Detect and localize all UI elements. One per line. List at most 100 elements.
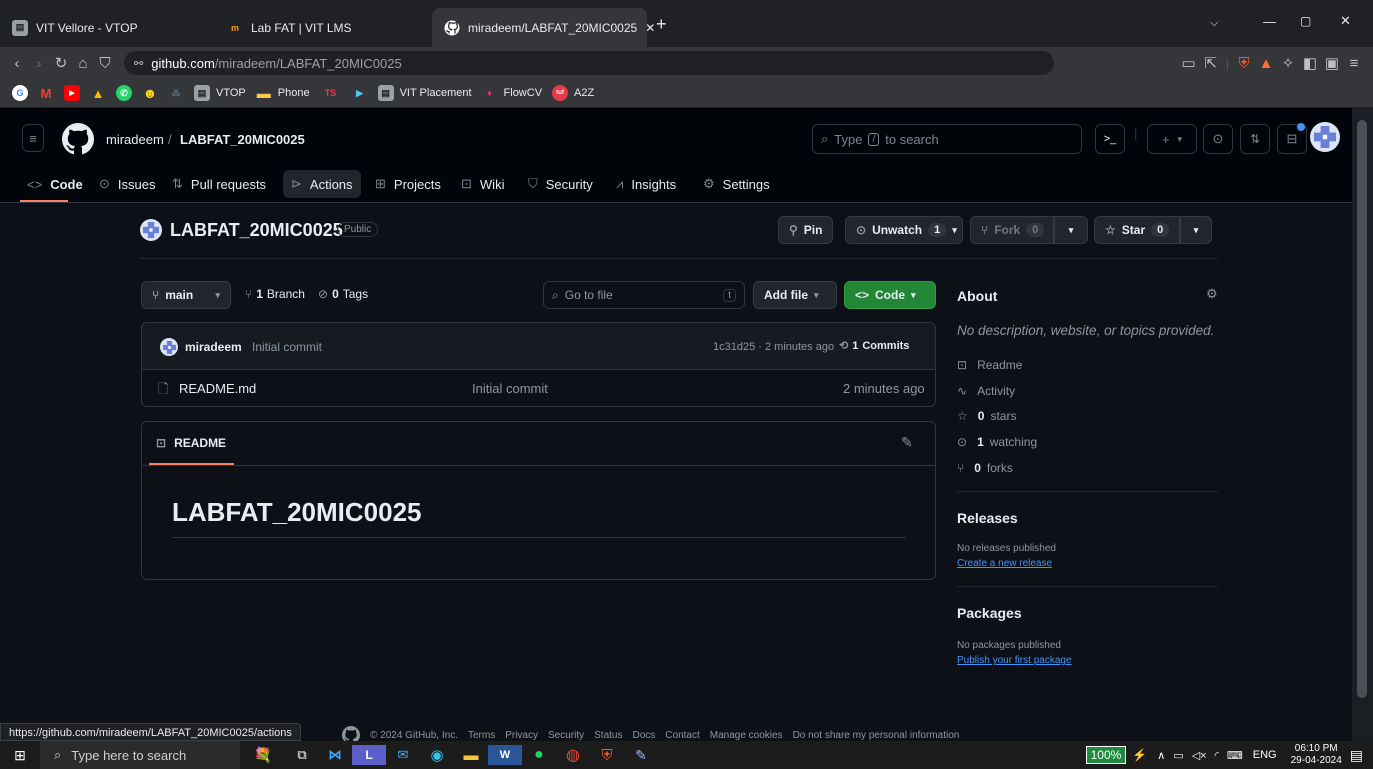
code-button[interactable]: <> Code ▾ — [844, 281, 936, 309]
notifications-icon[interactable]: ▤ — [1350, 747, 1363, 764]
tab-pull-requests[interactable]: ⇅ Pull requests — [172, 174, 266, 194]
footer-manage-cookies-link[interactable]: Manage cookies — [710, 730, 783, 741]
tab-actions[interactable]: ⊳ Actions — [283, 170, 361, 198]
tab-insights[interactable]: ⩘ Insights — [616, 174, 676, 194]
extensions-icon[interactable]: ✧ — [1277, 54, 1299, 72]
bookmark-vit-placement[interactable]: ▤ VIT Placement — [377, 85, 472, 101]
go-to-file-input[interactable]: ⌕ Go to file t — [543, 281, 745, 309]
commit-message[interactable]: Initial commit — [252, 340, 322, 354]
issues-icon[interactable]: ⊙ — [1203, 124, 1233, 154]
bookmark-icon[interactable]: ⛉ — [94, 55, 116, 72]
stars-link[interactable]: ☆ 0 stars — [957, 409, 1016, 423]
owner-link[interactable]: miradeem — [106, 132, 164, 147]
tab-wiki[interactable]: ⊡ Wiki — [461, 174, 504, 194]
tags-link[interactable]: ⊘ 0 Tags — [318, 287, 368, 301]
youtube-icon[interactable]: ▶ — [64, 85, 80, 101]
fork-button[interactable]: ⑂ Fork 0 — [970, 216, 1054, 244]
taskbar-search-input[interactable]: ⌕ Type here to search — [40, 741, 240, 769]
tab-settings[interactable]: ⚙ Settings — [703, 174, 770, 194]
readme-link[interactable]: ⊡ Readme — [957, 358, 1022, 372]
create-new-button[interactable]: + ▾ — [1147, 124, 1197, 154]
tab-github[interactable]: miradeem/LABFAT_20MIC0025 ✕ — [432, 8, 655, 47]
readme-tab[interactable]: ⊡ README — [156, 436, 226, 450]
tab-security[interactable]: ⛉ Security — [528, 174, 593, 194]
play-icon[interactable]: ▶ — [352, 85, 368, 101]
star-dropdown[interactable]: ▾ — [1180, 216, 1212, 244]
tab-code[interactable]: <> Code — [27, 174, 83, 194]
lenovo-vantage-icon[interactable]: L — [352, 745, 386, 765]
add-file-button[interactable]: Add file ▾ — [753, 281, 837, 309]
footer-status-link[interactable]: Status — [594, 730, 622, 741]
footer-do-not-share-link[interactable]: Do not share my personal information — [793, 730, 960, 741]
create-release-link[interactable]: Create a new release — [957, 558, 1052, 569]
clock[interactable]: 06:10 PM 29-04-2024 — [1291, 743, 1342, 767]
close-tab-icon[interactable]: ✕ — [645, 21, 655, 35]
footer-docs-link[interactable]: Docs — [632, 730, 655, 741]
reload-icon[interactable]: ↻ — [50, 54, 72, 72]
commit-hash-time[interactable]: 1c31d25 · 2 minutes ago — [713, 341, 834, 353]
page-scrollbar[interactable] — [1352, 108, 1373, 741]
avatar[interactable] — [1310, 122, 1340, 152]
minimize-icon[interactable]: — — [1263, 14, 1276, 29]
wifi-icon[interactable]: ◜ — [1215, 749, 1219, 762]
tab-vtop[interactable]: ▤ VIT Vellore - VTOP — [0, 8, 210, 47]
back-icon[interactable]: ‹ — [6, 55, 28, 72]
footer-terms-link[interactable]: Terms — [468, 730, 495, 741]
hamburger-menu-icon[interactable]: ≡ — [22, 124, 44, 152]
wallet-icon[interactable]: ▣ — [1321, 54, 1343, 72]
new-tab-icon[interactable]: + — [656, 14, 667, 35]
home-icon[interactable]: ⌂ — [72, 55, 94, 72]
emoji-icon[interactable]: ☻ — [142, 85, 158, 101]
tab-projects[interactable]: ⊞ Projects — [375, 174, 441, 194]
keyboard-icon[interactable]: ⌨ — [1227, 749, 1243, 762]
branch-selector[interactable]: ⑂ main ▾ — [141, 281, 231, 309]
chrome-icon[interactable]: ◍ — [556, 745, 590, 765]
publish-package-link[interactable]: Publish your first package — [957, 655, 1072, 666]
fork-dropdown[interactable]: ▾ — [1054, 216, 1088, 244]
plugged-icon[interactable]: ⚡ — [1132, 748, 1147, 762]
mail-icon[interactable]: ✉ — [386, 747, 420, 763]
windows-start-icon[interactable]: ⊞ — [0, 747, 40, 764]
github-logo-icon[interactable] — [62, 123, 94, 155]
tray-chevron-icon[interactable]: ∧ — [1157, 749, 1165, 762]
battery-percent[interactable]: 100% — [1085, 746, 1127, 764]
bookmark-a2z[interactable]: tuf A2Z — [552, 85, 594, 101]
link-icon[interactable]: ⁂ — [168, 85, 184, 101]
window-close-icon[interactable]: ✕ — [1340, 13, 1351, 29]
share-icon[interactable]: ⇱ — [1200, 54, 1222, 72]
file-explorer-icon[interactable]: ▬ — [454, 747, 488, 764]
command-palette-icon[interactable]: >_ — [1095, 124, 1125, 154]
notepad-icon[interactable]: ✎ — [624, 747, 658, 764]
flowers-icon[interactable]: 💐 — [240, 746, 286, 764]
repo-title[interactable]: LABFAT_20MIC0025 — [170, 220, 343, 241]
task-view-icon[interactable]: ⧉ — [286, 747, 318, 763]
cast-icon[interactable]: ▭ — [1178, 54, 1200, 72]
commits-link[interactable]: ⟲ 1 Commits — [839, 339, 909, 353]
url-field[interactable]: ⚯ github.com/miradeem/LABFAT_20MIC0025 — [124, 51, 1054, 75]
word-icon[interactable]: W — [488, 745, 522, 765]
activity-link[interactable]: ∿ Activity — [957, 384, 1015, 398]
search-input[interactable]: ⌕ Type / to search — [812, 124, 1082, 154]
forks-link[interactable]: ⑂ 0 forks — [957, 461, 1013, 475]
language-indicator[interactable]: ENG — [1253, 749, 1277, 761]
file-name-link[interactable]: README.md — [179, 381, 256, 396]
bookmark-flowcv[interactable]: ♦ FlowCV — [482, 85, 542, 101]
bookmark-phone[interactable]: ▬ Phone — [256, 85, 310, 101]
menu-icon[interactable]: ≡ — [1343, 55, 1365, 72]
watching-link[interactable]: ⊙ 1 watching — [957, 435, 1037, 449]
volume-icon[interactable]: ◁× — [1192, 749, 1207, 762]
battery-icon[interactable]: ▭ — [1173, 749, 1183, 762]
file-commit-message[interactable]: Initial commit — [472, 381, 548, 396]
edge-icon[interactable]: ◉ — [420, 746, 454, 764]
drive-icon[interactable]: ▲ — [90, 85, 106, 101]
spotify-icon[interactable]: ● — [522, 746, 556, 764]
unwatch-button[interactable]: ⊙ Unwatch 1 ▾ — [845, 216, 963, 244]
scrollbar-thumb[interactable] — [1357, 120, 1367, 698]
brave-shields-icon[interactable]: ⛨ — [1233, 55, 1255, 72]
maximize-icon[interactable]: ▢ — [1300, 14, 1311, 28]
commit-author[interactable]: miradeem — [185, 340, 242, 354]
repo-link[interactable]: LABFAT_20MIC0025 — [180, 132, 305, 147]
branches-link[interactable]: ⑂ 1 Branch — [245, 287, 305, 301]
footer-contact-link[interactable]: Contact — [665, 730, 699, 741]
gmail-icon[interactable]: M — [38, 85, 54, 101]
